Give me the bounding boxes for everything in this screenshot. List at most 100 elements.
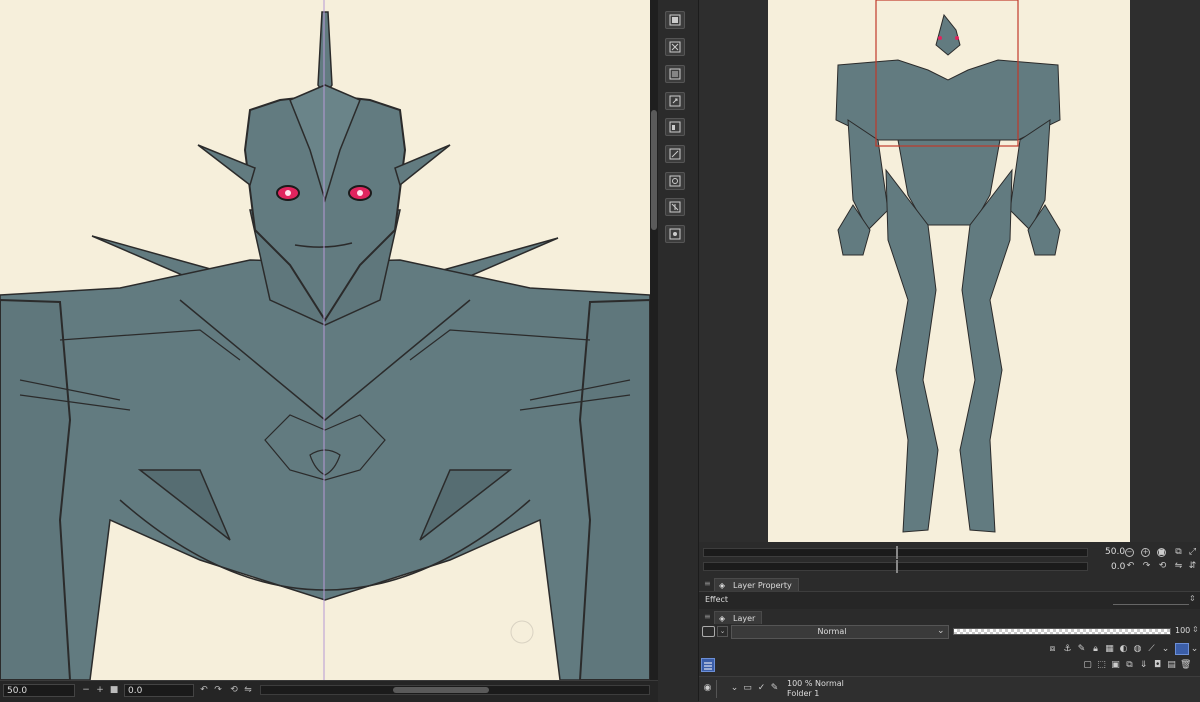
rotate-left-icon[interactable]: ↶ [1125,561,1136,572]
blend-mode-select[interactable]: Normal ⌄ [731,625,949,639]
close-icon [669,41,681,53]
layer-name: Folder 1 [787,689,820,698]
character-sketch [0,0,650,680]
layer-mask-icon[interactable]: ◘ [1152,660,1163,671]
new-file-button[interactable] [665,11,685,29]
merge-down-icon[interactable]: ⇓ [1138,660,1149,671]
snapshot-button[interactable] [665,172,685,190]
zoom-in-icon[interactable]: + [94,684,106,696]
fit-icon[interactable]: ■ [108,684,120,696]
edit-button[interactable] [665,145,685,163]
zoom-field[interactable]: 50.0 [3,684,75,697]
edit-icon [669,148,681,160]
pen-edit-icon[interactable]: ✎ [769,683,780,694]
layer-color-icon[interactable] [702,626,715,637]
layer-color-menu-icon[interactable]: ⌄ [1160,644,1171,655]
import-icon [669,121,681,133]
command-bar [658,0,699,701]
canvas-vertical-scroll-thumb[interactable] [651,110,657,230]
flip-vertical-icon[interactable]: ⇵ [1187,561,1198,572]
camera-icon [669,175,681,187]
effect-scroll-icon[interactable]: ⇕ [1189,594,1196,603]
mask-icon[interactable]: ◐ [1118,644,1129,655]
reference-layer-icon[interactable]: ⚓ [1062,644,1073,655]
horizontal-scroll-thumb[interactable] [393,687,489,693]
palette-icon[interactable]: ◍ [1132,644,1143,655]
chevron-down-icon: ⌄ [937,626,945,636]
lock-icon[interactable]: 🔒︎ [1090,644,1101,655]
new-file-icon [669,14,681,26]
flip-horizontal-icon[interactable]: ⇋ [1173,561,1184,572]
navigator-actual-size-icon[interactable]: ⧉ [1173,547,1184,558]
layer-property-tab[interactable]: ◈ Layer Property [714,578,799,591]
new-folder-icon[interactable]: ▣ [1110,660,1121,671]
draft-layer-icon[interactable]: ✎ [1076,644,1087,655]
import-button[interactable] [665,118,685,136]
list-view-icon [704,662,712,670]
transform-button[interactable] [665,198,685,216]
reset-rotation-icon[interactable]: ⟲ [228,684,240,696]
navigator-rotation-slider[interactable] [703,560,1088,573]
lock-transparency-icon[interactable]: ▦ [1104,644,1115,655]
rotate-right-icon[interactable]: ↷ [212,684,224,696]
rotate-right-icon[interactable]: ↷ [1141,561,1152,572]
layer-panel-grip-icon[interactable]: ≡ [704,612,711,621]
navigator-angle-value: 0.0 [1111,562,1126,572]
eye-icon[interactable]: ◉ [702,683,713,694]
horizontal-scrollbar[interactable] [260,685,650,695]
material-icon [669,228,681,240]
export-icon [669,95,681,107]
navigator-zoom-slider[interactable] [703,546,1088,559]
flip-icon[interactable]: ⇋ [242,684,254,696]
effect-row: Effect ⇕ [699,591,1200,609]
duplicate-layer-icon[interactable]: ⧉ [1124,660,1135,671]
opacity-stepper-icon[interactable]: ⇕ [1192,625,1199,634]
blend-mode-value: Normal [817,627,847,636]
panel-grip-icon[interactable]: ≡ [704,579,711,588]
opacity-slider[interactable] [953,628,1171,635]
navigator-fit-window-icon[interactable]: ⤢ [1187,547,1198,558]
ruler-icon[interactable]: ⟋ [1146,644,1157,655]
layer-blend-row: ⌄ Normal ⌄ 100 ⇕ [699,624,1200,640]
effect-label: Effect [705,595,729,604]
folder-icon: ▭ [743,683,752,693]
layer-tab[interactable]: ◈ Layer [714,611,763,624]
canvas-status-bar: 50.0 − + ■ 0.0 ↶ ↷ ⟲ ⇋ [0,680,658,702]
navigator-controls: 50.0 − + ■ ⧉ ⤢ 0.0 ↶ ↷ ⟲ ⇋ ⇵ [699,542,1200,576]
layer-list-view-button[interactable] [701,658,715,672]
layer-mode: 100 % Normal [787,679,844,688]
navigator-thumbnail [835,0,1061,533]
apply-mask-icon[interactable]: ▤ [1166,660,1177,671]
zoom-slider-handle[interactable] [896,546,898,559]
navigator-preview[interactable] [768,0,1130,542]
reset-angle-icon[interactable]: ⟲ [1157,561,1168,572]
save-icon [669,68,681,80]
clip-layer-icon[interactable]: ⧈ [1047,644,1058,655]
canvas-vertical-scrollbar[interactable] [650,0,658,680]
navigator-zoom-value: 50.0 [1105,547,1126,557]
save-button[interactable] [665,65,685,83]
navigator-fit-icon[interactable]: ■ [1157,548,1166,557]
expand-folder-icon[interactable]: ⌄ [729,683,740,694]
navigator-zoom-out-icon[interactable]: − [1125,548,1134,557]
rotation-field[interactable]: 0.0 [124,684,194,697]
rotate-left-icon[interactable]: ↶ [198,684,210,696]
color-dropdown-icon[interactable]: ⌄ [717,626,728,637]
zoom-out-icon[interactable]: − [80,684,92,696]
delete-layer-icon[interactable]: 🗑︎ [1180,660,1191,671]
rotation-slider-handle[interactable] [896,560,898,573]
navigator-zoom-in-icon[interactable]: + [1141,548,1150,557]
layer-row-folder[interactable]: ◉ ⌄ ▭ ✓ ✎ 100 % Normal Folder 1 [699,676,1200,702]
export-button[interactable] [665,92,685,110]
material-button[interactable] [665,225,685,243]
opacity-value[interactable]: 100 [1175,626,1190,635]
drawing-canvas[interactable] [0,0,650,680]
new-raster-layer-icon[interactable]: ▢ [1082,660,1093,671]
swatch-dropdown-icon[interactable]: ⌄ [1189,644,1200,655]
new-vector-layer-icon[interactable]: ⬚ [1096,660,1107,671]
layer-toolbar: ⧈ ⚓ ✎ 🔒︎ ▦ ◐ ◍ ⟋ ⌄ ⌄ ▢ ⬚ ▣ ⧉ ⇓ ◘ ▤ 🗑︎ [699,641,1200,675]
transform-icon [669,201,681,213]
layer-color-swatch-button[interactable] [1175,643,1189,655]
close-file-button[interactable] [665,38,685,56]
checkmark-icon[interactable]: ✓ [756,683,767,694]
